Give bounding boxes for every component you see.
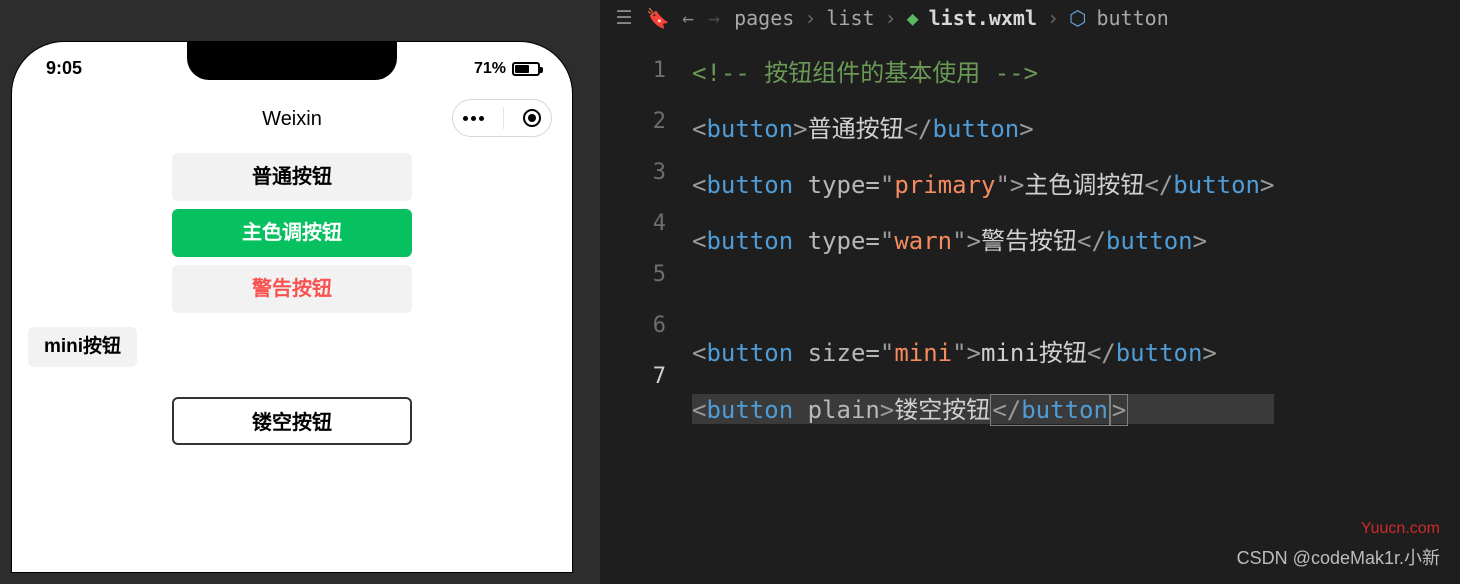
navbar-title: Weixin (262, 108, 322, 131)
crumb-symbol[interactable]: button (1097, 6, 1169, 30)
cursor-selection-icon: </button (990, 394, 1110, 426)
breadcrumb[interactable]: pages › list › ◆ list.wxml › ⬡ button (734, 6, 1169, 30)
line-gutter: 1 2 3 4 5 6 7 (600, 36, 692, 424)
line-number: 1 (600, 58, 666, 83)
line-number: 3 (600, 160, 666, 185)
cursor-selection-icon: > (1110, 394, 1128, 426)
battery-percent: 71% (474, 60, 506, 78)
crumb-pages[interactable]: pages (734, 6, 794, 30)
line-number: 2 (600, 109, 666, 134)
primary-button[interactable]: 主色调按钮 (172, 209, 412, 257)
navbar: Weixin (12, 93, 572, 145)
chevron-right-icon: › (1047, 6, 1059, 30)
status-time: 9:05 (46, 58, 82, 79)
default-button[interactable]: 普通按钮 (172, 153, 412, 201)
code-editor-panel: ☰ 🔖 ← → pages › list › ◆ list.wxml › ⬡ b… (600, 0, 1460, 584)
phone-preview-panel: 9:05 71% Weixin 普通按钮 主色调按钮 警告按钮 mini按钮 镂… (0, 0, 600, 584)
watermark-text: Yuucn.com (1361, 520, 1440, 538)
warn-button[interactable]: 警告按钮 (172, 265, 412, 313)
chevron-right-icon: › (804, 6, 816, 30)
file-icon: ◆ (907, 6, 919, 30)
code-line[interactable]: <button size="mini">mini按钮</button> (692, 338, 1274, 368)
watermark-text: CSDN @codeMak1r.小新 (1237, 544, 1440, 570)
code-line-active[interactable]: <button plain>镂空按钮</button> (692, 394, 1274, 424)
code-area[interactable]: 1 2 3 4 5 6 7 <!-- 按钮组件的基本使用 --> <button… (600, 36, 1460, 424)
menu-dots-icon[interactable] (463, 116, 484, 121)
plain-button[interactable]: 镂空按钮 (172, 397, 412, 445)
page-content: 普通按钮 主色调按钮 警告按钮 mini按钮 镂空按钮 (12, 153, 572, 445)
line-number: 7 (600, 364, 666, 389)
code-line[interactable] (692, 282, 1274, 312)
outline-icon[interactable]: ☰ (614, 7, 634, 29)
mini-button[interactable]: mini按钮 (28, 327, 137, 367)
chevron-right-icon: › (885, 6, 897, 30)
line-number: 4 (600, 211, 666, 236)
status-right: 71% (474, 60, 540, 78)
code-line[interactable]: <button type="primary">主色调按钮</button> (692, 170, 1274, 200)
battery-icon (512, 62, 540, 76)
line-number: 5 (600, 262, 666, 287)
crumb-list[interactable]: list (826, 6, 874, 30)
code-line[interactable]: <button type="warn">警告按钮</button> (692, 226, 1274, 256)
code-line[interactable]: <button>普通按钮</button> (692, 114, 1274, 144)
symbol-icon: ⬡ (1069, 6, 1086, 30)
code-line[interactable]: <!-- 按钮组件的基本使用 --> (692, 58, 1274, 88)
line-number: 6 (600, 313, 666, 338)
capsule-divider (503, 107, 504, 129)
nav-back-icon[interactable]: ← (682, 6, 694, 30)
bookmark-icon[interactable]: 🔖 (648, 7, 668, 30)
phone-frame: 9:05 71% Weixin 普通按钮 主色调按钮 警告按钮 mini按钮 镂… (12, 42, 572, 572)
phone-notch (187, 42, 397, 80)
code-lines[interactable]: <!-- 按钮组件的基本使用 --> <button>普通按钮</button>… (692, 36, 1274, 424)
capsule-menu[interactable] (452, 99, 552, 137)
crumb-file[interactable]: list.wxml (929, 6, 1037, 30)
nav-forward-icon[interactable]: → (708, 6, 720, 30)
editor-toolbar: ☰ 🔖 ← → pages › list › ◆ list.wxml › ⬡ b… (600, 0, 1460, 36)
close-target-icon[interactable] (523, 109, 541, 127)
